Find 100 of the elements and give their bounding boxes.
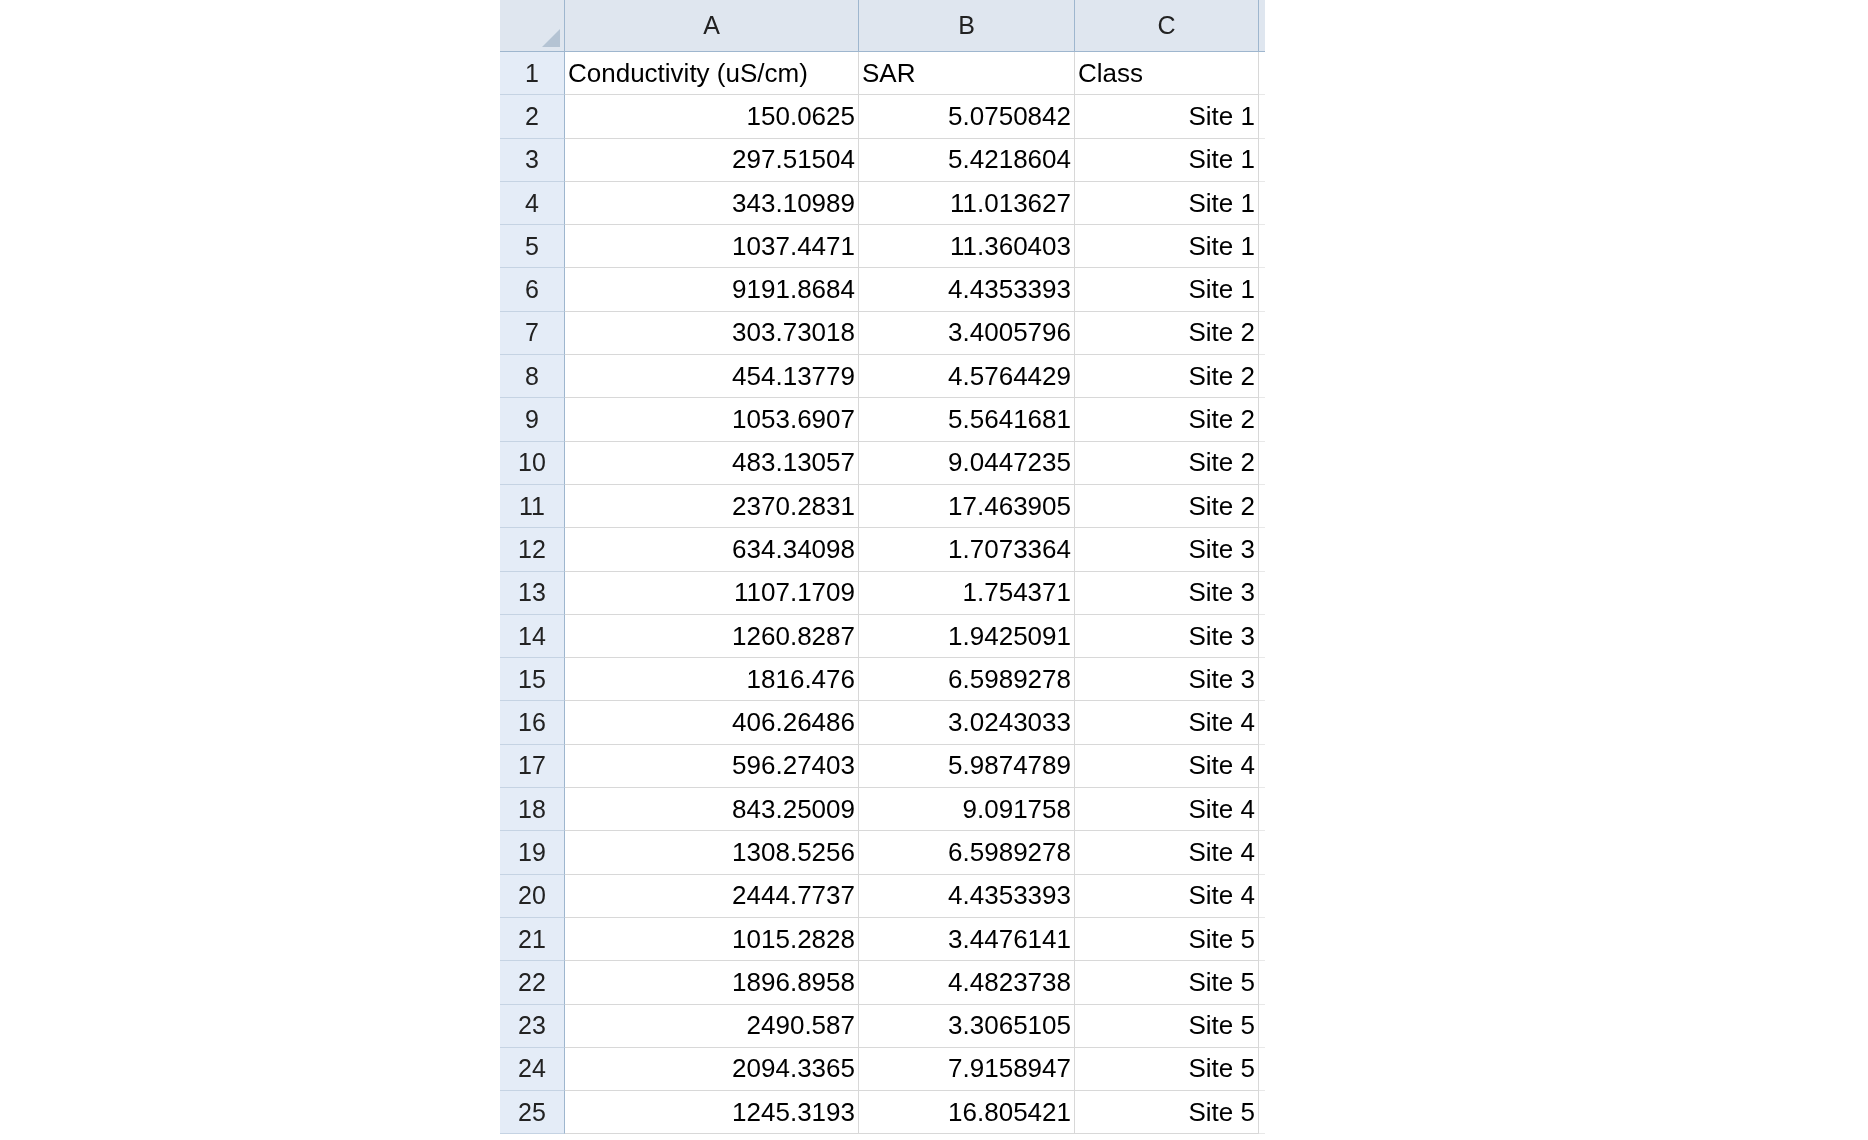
table-cell: 454.13779: [565, 355, 859, 399]
table-cell: Site 5: [1075, 961, 1259, 1005]
table-cell: 596.27403: [565, 744, 859, 789]
table-cell: Class: [1075, 52, 1259, 96]
row-header[interactable]: 4: [500, 181, 565, 226]
triangle-icon: [542, 29, 560, 47]
row-header[interactable]: 11: [500, 484, 565, 529]
table-cell: Site 2: [1075, 441, 1259, 485]
table-cell: 1308.5256: [565, 831, 859, 875]
table-cell: 483.13057: [565, 441, 859, 485]
table-cell: 1896.8958: [565, 961, 859, 1005]
table-cell: Site 3: [1075, 571, 1259, 615]
column-header[interactable]: A: [565, 0, 859, 52]
table-cell: Site 1: [1075, 95, 1259, 139]
table-cell: 150.0625: [565, 95, 859, 139]
table-cell: 343.10989: [565, 181, 859, 226]
table-cell: 406.26486: [565, 701, 859, 745]
table-cell: 1816.476: [565, 658, 859, 702]
table-cell: 2444.7737: [565, 874, 859, 918]
table-cell: 3.0243033: [859, 701, 1075, 745]
table-cell: Site 2: [1075, 311, 1259, 356]
column-header[interactable]: B: [859, 0, 1075, 52]
table-cell: Site 1: [1075, 138, 1259, 182]
row-header[interactable]: 1: [500, 52, 565, 96]
table-cell: 17.463905: [859, 484, 1075, 529]
table-cell: 2094.3365: [565, 1047, 859, 1092]
row-header[interactable]: 3: [500, 138, 565, 182]
select-all-button[interactable]: [500, 0, 565, 52]
row-header[interactable]: 19: [500, 831, 565, 875]
table-cell: 843.25009: [565, 788, 859, 832]
row-header[interactable]: 20: [500, 874, 565, 918]
row-header[interactable]: 23: [500, 1004, 565, 1048]
table-cell: 9.091758: [859, 788, 1075, 832]
table-cell: Site 1: [1075, 181, 1259, 226]
table-cell: Site 3: [1075, 658, 1259, 702]
row-header[interactable]: 5: [500, 225, 565, 269]
row-header[interactable]: 9: [500, 398, 565, 442]
table-cell: 1245.3193: [565, 1091, 859, 1135]
table-cell: 6.5989278: [859, 658, 1075, 702]
row-header[interactable]: 17: [500, 744, 565, 789]
row-header[interactable]: 22: [500, 961, 565, 1005]
row-header[interactable]: 24: [500, 1047, 565, 1092]
table-cell: Site 4: [1075, 831, 1259, 875]
table-cell: 4.4823738: [859, 961, 1075, 1005]
table-cell: 297.51504: [565, 138, 859, 182]
table-cell: Site 4: [1075, 874, 1259, 918]
row-header[interactable]: 21: [500, 917, 565, 962]
table-cell: 3.4005796: [859, 311, 1075, 356]
table-cell: 3.3065105: [859, 1004, 1075, 1048]
table-cell: Site 3: [1075, 528, 1259, 572]
table-cell: Site 5: [1075, 1047, 1259, 1092]
table-cell: 6.5989278: [859, 831, 1075, 875]
table-cell: 634.34098: [565, 528, 859, 572]
table-cell: 11.360403: [859, 225, 1075, 269]
table-cell: Site 1: [1075, 225, 1259, 269]
table-cell: 1015.2828: [565, 917, 859, 962]
row-header[interactable]: 12: [500, 528, 565, 572]
row-header[interactable]: 7: [500, 311, 565, 356]
table-cell: SAR: [859, 52, 1075, 96]
row-header[interactable]: 6: [500, 268, 565, 312]
table-cell: 1.754371: [859, 571, 1075, 615]
table-cell: 5.5641681: [859, 398, 1075, 442]
table-cell: 9191.8684: [565, 268, 859, 312]
table-cell: 5.4218604: [859, 138, 1075, 182]
row-header[interactable]: 10: [500, 441, 565, 485]
table-cell: Site 4: [1075, 744, 1259, 789]
table-cell: Site 5: [1075, 917, 1259, 962]
table-cell: 1037.4471: [565, 225, 859, 269]
table-cell: 1260.8287: [565, 614, 859, 659]
table-cell: 3.4476141: [859, 917, 1075, 962]
table-cell: Site 5: [1075, 1091, 1259, 1135]
column-header[interactable]: C: [1075, 0, 1259, 52]
table-cell: 2370.2831: [565, 484, 859, 529]
row-header[interactable]: 16: [500, 701, 565, 745]
row-header[interactable]: 14: [500, 614, 565, 659]
table-cell: 9.0447235: [859, 441, 1075, 485]
row-header[interactable]: 2: [500, 95, 565, 139]
row-header[interactable]: 13: [500, 571, 565, 615]
table-cell: Site 2: [1075, 355, 1259, 399]
table-cell: Site 3: [1075, 614, 1259, 659]
row-header[interactable]: 18: [500, 788, 565, 832]
table-cell: 5.0750842: [859, 95, 1075, 139]
table-cell: 7.9158947: [859, 1047, 1075, 1092]
table-cell: 2490.587: [565, 1004, 859, 1048]
table-cell: 1.9425091: [859, 614, 1075, 659]
table-cell: 4.4353393: [859, 268, 1075, 312]
table-cell: 11.013627: [859, 181, 1075, 226]
table-cell: 1107.1709: [565, 571, 859, 615]
table-cell: Site 4: [1075, 701, 1259, 745]
table-cell: 5.9874789: [859, 744, 1075, 789]
table-cell: 4.5764429: [859, 355, 1075, 399]
table-cell: 303.73018: [565, 311, 859, 356]
table-cell: Site 5: [1075, 1004, 1259, 1048]
row-header[interactable]: 15: [500, 658, 565, 702]
row-header[interactable]: 8: [500, 355, 565, 399]
table-cell: 16.805421: [859, 1091, 1075, 1135]
table-cell: 1053.6907: [565, 398, 859, 442]
table-cell: Site 2: [1075, 398, 1259, 442]
table-cell: Site 2: [1075, 484, 1259, 529]
row-header[interactable]: 25: [500, 1091, 565, 1135]
